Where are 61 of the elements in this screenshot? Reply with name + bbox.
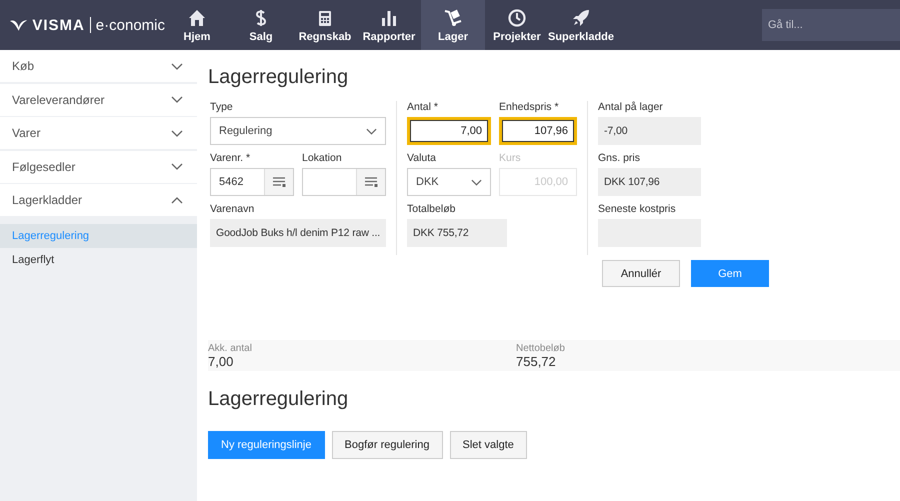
action-button[interactable]: Slet valgte xyxy=(450,431,527,459)
sidebar-section[interactable]: Vareleverandører xyxy=(0,84,197,116)
brand-name: VISMA xyxy=(32,16,85,34)
action-button[interactable]: Bogfør regulering xyxy=(332,431,442,459)
field-label: Antal på lager xyxy=(598,101,664,113)
dropdown-field[interactable]: Regulering xyxy=(210,117,386,145)
field-label: Kurs xyxy=(499,152,522,164)
nav-tab[interactable]: Lager xyxy=(421,0,485,50)
page-title: Lagerregulering xyxy=(208,66,350,89)
visma-logo-icon xyxy=(10,19,28,31)
nav-tab[interactable]: Salg xyxy=(229,0,293,50)
readonly-field: DKK 107,96 xyxy=(598,168,701,196)
total-label: Nettobeløb xyxy=(516,342,566,354)
chevron-down-icon xyxy=(171,163,183,170)
field-label: Seneste kostpris xyxy=(598,203,677,215)
chevron-down-icon xyxy=(171,62,183,70)
sidebar-section[interactable]: Følgesedler xyxy=(0,150,197,182)
field-label: Varenr. * xyxy=(210,152,252,164)
rocket-icon xyxy=(571,8,591,28)
sidebar-section[interactable]: Lagerkladder xyxy=(0,184,197,216)
total-label: Akk. antal xyxy=(208,342,253,354)
chevron-up-icon xyxy=(171,196,183,204)
cancel-button[interactable]: Annullér xyxy=(602,260,680,287)
dropdown-field[interactable]: DKK xyxy=(407,168,491,196)
list-icon[interactable] xyxy=(272,177,286,187)
hand-truck-icon xyxy=(443,8,463,28)
field-label: Antal * xyxy=(407,101,439,113)
nav-tab[interactable]: Superkladde xyxy=(549,0,613,50)
home-icon xyxy=(187,8,207,28)
product-name: e·conomic xyxy=(96,16,165,34)
nav-tab[interactable]: Rapporter xyxy=(357,0,421,50)
field-label: Lokation xyxy=(302,152,343,164)
nav-tab[interactable]: Hjem xyxy=(165,0,229,50)
readonly-field: GoodJob Buks h/l denim P12 raw ... xyxy=(210,219,386,247)
input-field[interactable]: 107,96 xyxy=(499,117,577,145)
clock-icon xyxy=(507,8,527,28)
input-field[interactable]: 7,00 xyxy=(407,117,491,145)
chevron-down-icon xyxy=(471,178,482,186)
field-label: Varenavn xyxy=(210,203,256,215)
field-label: Totalbeløb xyxy=(407,203,456,215)
total-value: 7,00 xyxy=(208,354,234,368)
list-icon[interactable] xyxy=(364,177,378,187)
field-label: Enhedspris * xyxy=(499,101,560,113)
search-field[interactable]: Gå til... xyxy=(762,9,900,41)
chevron-down-icon xyxy=(171,96,183,103)
sidebar-section[interactable]: Køb xyxy=(0,50,197,82)
field-label: Valuta xyxy=(407,152,437,164)
sidebar-item[interactable]: Lagerflyt xyxy=(0,248,197,272)
lookup-field[interactable] xyxy=(302,168,386,196)
readonly-field: -7,00 xyxy=(598,117,701,145)
chevron-down-icon xyxy=(366,128,377,134)
field-label: Gns. pris xyxy=(598,152,642,164)
lookup-field[interactable]: 5462 xyxy=(210,168,294,196)
sidebar-section[interactable]: Varer xyxy=(0,117,197,149)
readonly-field: DKK 755,72 xyxy=(407,219,507,247)
total-value: 755,72 xyxy=(516,354,557,368)
nav-tab[interactable]: Regnskab xyxy=(293,0,357,50)
nav-tab[interactable]: Projekter xyxy=(485,0,549,50)
field-label: Type xyxy=(210,101,234,113)
section-title: Lagerregulering xyxy=(208,388,350,411)
chevron-down-icon xyxy=(171,130,183,136)
